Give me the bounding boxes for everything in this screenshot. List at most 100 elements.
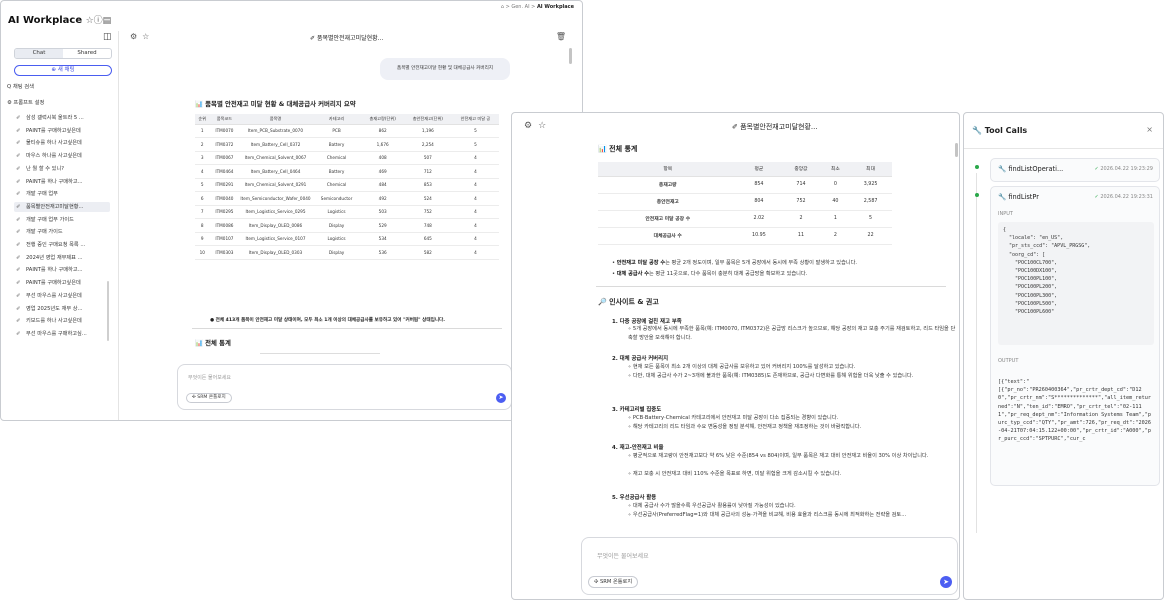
tab-shared[interactable]: Shared [63,49,111,58]
table-cell: ITM0372 [209,137,240,152]
chat-title: ✐ 품목별안전재고미달현황... [732,123,818,131]
sidebar-chat-label: 영업 2025년도 재무 상... [26,305,83,312]
chat-search[interactable]: Q 채팅 검색 [7,82,34,90]
sidebar-chat-item[interactable]: ✐ 전행 중인 구매요청 목록 ... [14,240,110,250]
close-icon[interactable]: × [1146,125,1153,134]
chat-title-text: 품목별안전재고미달현황... [316,35,384,42]
sidebar-chat-item[interactable]: ✐ 무선 마우스를 구매하고싶... [14,329,110,339]
home-icon[interactable]: ⌂ [501,4,504,10]
table-cell: 804 [737,193,781,211]
settings-star-icons[interactable]: ⚙☆ [524,121,552,131]
sidebar-chat-item[interactable]: ✐ 키보드를 하나 사고싶은데 [14,316,110,326]
chat-input-placeholder[interactable]: 무엇이든 물어보세요 [597,551,649,560]
table-cell: Battery [311,164,362,179]
sidebar-chat-item[interactable]: ✐ PAINT를 하나 구매하고... [14,265,110,275]
divider [192,328,502,329]
sidebar-chat-item[interactable]: ✐ 무선 마우스를 사고싶은데 [14,291,110,301]
table-cell: Item_Battery_Cell_0372 [239,137,312,152]
new-chat-button[interactable]: ⊕ 새 채팅 [14,65,112,76]
input-label: INPUT [998,211,1013,217]
chat-scrollbar[interactable] [955,143,958,157]
table-cell: 4 [451,218,499,233]
table-cell: 4 [451,151,499,165]
insight-text: 현재 모든 품목이 최소 2개 이상의 대체 공급사를 보유하고 있어 커버리지… [632,364,856,370]
sidebar-chat-item[interactable]: ✐ 개발 구매 업무 가이드 [14,215,110,225]
sidebar-chat-item[interactable]: ✐ 개발 구매 가이드 [14,227,110,237]
sidebar-chat-item[interactable]: ✐ 물티슈를 하나 사고싶은데 [14,138,110,148]
table-row: 9 ITM0107 Item_Logistics_Service_0107 Logis… [195,232,499,246]
breadcrumb-genai[interactable]: Gen. AI [511,4,529,10]
status-dot [975,165,979,169]
table-row: 1 ITM0070 Item_PCB_Substrate_0070 PCB 862 1,1… [195,124,499,138]
table-row: 10 ITM0303 Item_Display_OLED_0303 Display 53… [195,245,499,260]
table-cell: 484 [361,178,404,192]
title-icons[interactable]: ☆ⓘ▤ [86,16,112,26]
table-cell: 2 [195,137,210,152]
table-cell: 5 [195,178,210,192]
table-cell: 1,676 [361,137,404,152]
pencil-icon: ✐ [16,178,21,185]
srm-ontology-chip[interactable]: ✣ SRM 온톨로지 [588,576,639,588]
table-cell: 862 [361,124,404,138]
sidebar-chat-label: 무선 마우스를 구매하고싶... [26,330,87,337]
trash-icon[interactable]: 🗑 [556,32,566,41]
sidebar-chat-item[interactable]: ✐ 마우스 하나를 사고싶은데 [14,151,110,161]
stats-title: 📊 전체 통계 [598,145,638,153]
table-cell: 582 [403,245,452,260]
table-cell: 5 [451,124,499,138]
column-header: 품목코드 [209,114,240,125]
sidebar-chat-item[interactable]: ✐ 2024년 영업 재무제표 ... [14,253,110,263]
tool-call-card-expanded[interactable]: 🔧 findListPr ✓ 2026.04.22 19:23:31 INPUT… [990,186,1160,486]
sidebar-chat-label: 품목별안전재고미달현황... [26,203,84,210]
insight-text: 5개 공장에서 동시에 부족한 품목(예: ITM0070, ITM0372)은… [628,326,956,341]
sidebar-chat-label: 마우스 하나를 사고싶은데 [26,153,82,160]
settings-star-icons[interactable]: ⚙☆ [130,32,154,41]
table-cell: 4 [451,191,499,206]
sidebar-chat-item[interactable]: ✐ 영업 2025년도 재무 상... [14,304,110,314]
insight-text: 대체 공급사 수가 많을수록 우선공급사 활용률이 낮아질 가능성이 있습니다. [632,503,796,509]
tool-call-card[interactable]: 🔧 findListOperati... ✓ 2026.04.22 19:23:… [990,158,1160,182]
send-button[interactable]: ➤ [496,393,506,403]
breadcrumb: ⌂ > Gen. AI > AI Workplace [500,4,574,10]
table-cell: 5 [451,137,499,152]
input-code: { "locale": "en_US", "pr_sts_ccd": "APVL… [998,222,1154,345]
prompt-settings[interactable]: ⚙ 프롬프트 설정 [7,98,44,106]
chat-scrollbar[interactable] [569,48,572,64]
check-icon: ✓ [1094,194,1099,200]
table-cell: 853 [403,178,452,192]
chat-input-box[interactable]: 무엇이든 물어보세요 ✣ SRM 온톨로지 ➤ [177,364,512,410]
insight-heading: 2. 대체 공급사 커버리지 [612,356,669,362]
table-cell: 714 [780,176,822,194]
insight-heading: 1. 다중 공장에 걸친 재고 부족 [612,319,682,325]
table-cell: 645 [403,232,452,246]
sidebar-chat-item[interactable]: ✐ 난 뭘 할 수 있니? [14,164,110,174]
send-button[interactable]: ➤ [940,576,952,588]
table-row: 2 ITM0372 Item_Battery_Cell_0372 Battery 1,6… [195,137,499,152]
sidebar-chat-item[interactable]: ✐ 삼성 갤럭시북 울트라 5 ... [14,113,110,123]
sidebar-scrollbar[interactable] [107,281,109,341]
summary-title: 📊 품목별 안전재고 미달 현황 & 대체공급사 커버리지 요약 [195,100,356,108]
table-cell: 22 [849,227,892,245]
table-cell: 2 [780,210,822,228]
insight-point: ∘ 5개 공장에서 동시에 부족한 품목(예: ITM0070, ITM0372… [628,325,956,343]
tab-chat[interactable]: Chat [15,49,63,58]
output-label: OUTPUT [998,358,1019,364]
tool-call-name: findListPr [1008,193,1039,201]
sidebar-chat-item[interactable]: ✐ 품목별안전재고미달현황... [14,201,110,212]
column-header: 중앙값 [780,162,822,177]
sidebar-chat-item[interactable]: ✐ PAINT를 구매하고싶은데 [14,278,110,288]
panel-toggle-icon[interactable]: ◫ [103,32,112,42]
table-cell: 4 [451,232,499,246]
sidebar-chat-item[interactable]: ✐ PAINT를 하나 구매하고... [14,177,110,187]
srm-ontology-chip[interactable]: ✣ SRM 온톨로지 [186,393,232,403]
sidebar-chat-item[interactable]: ✐ PAINT를 구매하고싶은데 [14,126,110,136]
table-cell: Battery [311,137,362,152]
table-cell: 529 [361,218,404,233]
table-cell: 752 [403,205,452,219]
chat-input-placeholder[interactable]: 무엇이든 물어보세요 [188,374,231,381]
chat-window-detail: ⚙☆ ✐ 품목별안전재고미달현황... 📊 전체 통계 항목 평균 중앙값 최소 최대 … [511,112,960,600]
table-cell: Display [311,218,362,233]
chat-input-box[interactable]: 무엇이든 물어보세요 ✣ SRM 온톨로지 ➤ [581,537,958,595]
output-code: [{"text":" [{"pr_no":"PR260400364","pr_c… [998,379,1152,443]
sidebar-chat-item[interactable]: ✐ 개발 구매 업무 [14,189,110,199]
